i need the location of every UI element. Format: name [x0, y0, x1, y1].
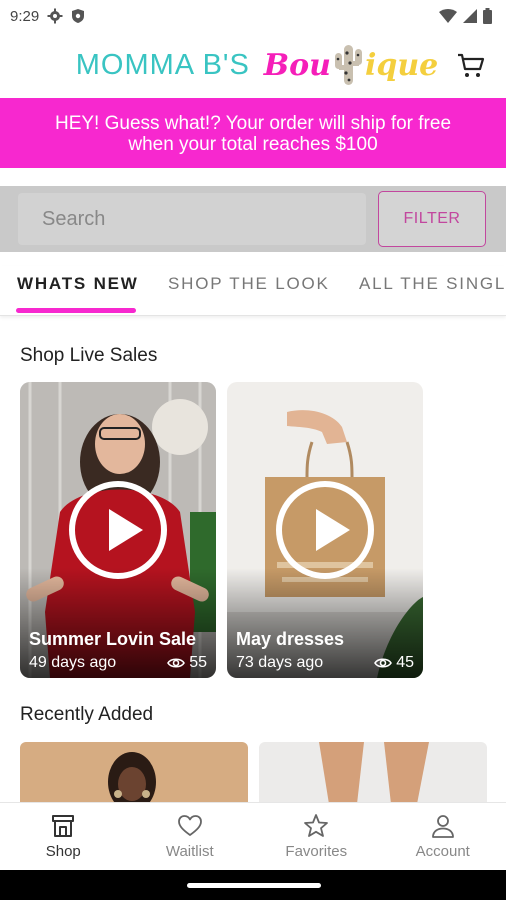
logo-text-left: MOMMA B'S [75, 48, 250, 81]
brand-logo[interactable]: MOMMA B'S Bou ique [75, 43, 438, 87]
product-image [20, 742, 248, 804]
system-nav-bar [0, 870, 506, 900]
tab-all-the-singles[interactable]: ALL THE SINGLI [359, 274, 506, 294]
nav-item-account[interactable]: Account [380, 803, 506, 870]
logo-text-right-end: ique [364, 47, 439, 83]
nav-label-account: Account [415, 843, 470, 860]
video-age: 49 days ago [29, 654, 117, 671]
eye-icon [167, 658, 186, 668]
wifi-icon [439, 9, 457, 23]
home-gesture-bar[interactable] [187, 883, 321, 888]
shield-icon [72, 9, 85, 23]
product-card[interactable] [259, 742, 487, 804]
video-title: May dresses [236, 629, 345, 649]
nav-label-waitlist: Waitlist [165, 843, 214, 860]
battery-icon [483, 8, 492, 24]
promo-line-1: HEY! Guess what!? Your order will ship f… [54, 113, 452, 134]
filter-button[interactable]: FILTER [378, 191, 486, 247]
app-header: MOMMA B'S Bou ique [0, 32, 506, 98]
video-view-count: 55 [189, 654, 207, 671]
category-tabs: WHATS NEW SHOP THE LOOK ALL THE SINGLI [0, 266, 506, 316]
tab-whats-new[interactable]: WHATS NEW [17, 274, 139, 294]
search-bar: Search FILTER [0, 186, 506, 252]
eye-icon [374, 658, 393, 668]
nav-label-favorites: Favorites [285, 843, 348, 860]
video-meta: 49 days ago 55 [29, 654, 207, 672]
signal-icon [463, 9, 477, 23]
promo-line-2: when your total reaches $100 [128, 134, 378, 155]
video-card[interactable]: May dresses 73 days ago 45 [227, 382, 423, 678]
logo-text-right: Bou ique [264, 43, 438, 87]
video-meta: 73 days ago 45 [236, 654, 414, 672]
cactus-icon [334, 45, 362, 85]
video-views: 45 [374, 654, 414, 672]
nav-item-favorites[interactable]: Favorites [253, 803, 380, 870]
store-icon [52, 815, 75, 837]
section-title-recently-added: Recently Added [20, 704, 154, 725]
section-title-live-sales: Shop Live Sales [20, 345, 158, 366]
video-views: 55 [167, 654, 207, 672]
product-image [259, 742, 487, 804]
search-input[interactable]: Search [18, 193, 366, 245]
tab-shop-the-look[interactable]: SHOP THE LOOK [168, 274, 330, 294]
logo-text-right-start: Bou [263, 47, 331, 83]
promo-banner: HEY! Guess what!? Your order will ship f… [0, 98, 506, 168]
star-icon [304, 814, 329, 837]
bottom-nav: Shop Waitlist Favorites Account [0, 802, 506, 870]
play-icon[interactable] [276, 481, 374, 579]
nav-item-waitlist[interactable]: Waitlist [127, 803, 254, 870]
product-card[interactable] [20, 742, 248, 804]
status-time: 9:29 [10, 7, 40, 25]
video-title: Summer Lovin Sale [29, 629, 197, 649]
play-icon[interactable] [69, 481, 167, 579]
tab-active-indicator [16, 308, 136, 313]
person-icon [431, 815, 454, 838]
cart-icon[interactable] [456, 50, 486, 80]
video-view-count: 45 [396, 654, 414, 671]
status-bar: 9:29 [0, 0, 506, 32]
nav-item-shop[interactable]: Shop [0, 803, 127, 870]
heart-icon [177, 815, 202, 836]
video-age: 73 days ago [236, 654, 324, 671]
nav-label-shop: Shop [45, 843, 81, 860]
video-card[interactable]: Summer Lovin Sale 49 days ago 55 [20, 382, 216, 678]
gear-icon [47, 8, 63, 24]
